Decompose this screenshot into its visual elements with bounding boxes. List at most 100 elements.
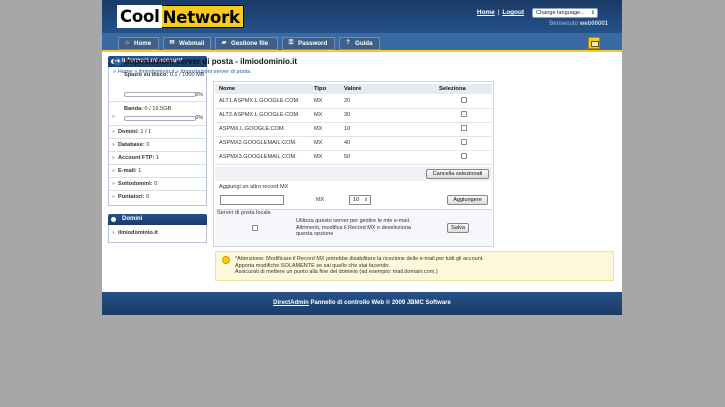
stat-value: 0 (146, 142, 150, 148)
breadcrumb-home[interactable]: Home (118, 69, 133, 75)
record-type: MX (310, 94, 340, 109)
tab-password[interactable]: ⚿ Password (282, 37, 335, 50)
footer-text: Pannello di controllo Web © 2009 JBMC So… (310, 300, 451, 306)
add-record-label: Aggiungi un altro record MX (219, 184, 289, 190)
stat-value: 1 (155, 155, 160, 161)
arrow-right-icon: ➜ (113, 57, 122, 66)
column-header: Tipo (310, 84, 340, 94)
table-row: ASPMX.L.GOOGLE.COM. MX 10 (215, 122, 492, 137)
welcome-label: Benvenuto (549, 21, 578, 27)
priority-value: 10 (353, 197, 360, 203)
local-server-checkbox[interactable] (252, 225, 258, 231)
disk-usage-bar (124, 92, 196, 97)
breadcrumb-domain[interactable]: ilmiodominio.it (139, 69, 174, 75)
record-type: MX (310, 122, 340, 137)
breadcrumb-sep: » (134, 69, 138, 75)
logo-part-1: Cool (117, 5, 162, 28)
tab-webmail[interactable]: ✉ Webmail (163, 37, 211, 50)
home-link[interactable]: Home (477, 9, 495, 16)
top-links: Home | Logout (477, 9, 524, 16)
stat-label: E-mail: (118, 168, 137, 174)
welcome-text: Benvenuto web00001 (549, 21, 608, 27)
username: web00001 (579, 21, 608, 27)
mx-records-table: Nome Tipo Valore Seleziona ALT1.ASPMX.L.… (215, 84, 492, 165)
bullet-icon: » (112, 129, 115, 135)
tab-help[interactable]: ? Guida (339, 37, 380, 50)
tab-label: Home (134, 40, 152, 47)
record-value: 40 (340, 136, 435, 151)
bullet-icon: » (112, 114, 115, 120)
record-name: ALT2.ASPMX.L.GOOGLE.COM. (215, 108, 310, 123)
stat-label: Domini: (118, 129, 139, 135)
save-button[interactable]: Salva (447, 223, 469, 233)
logo: Cool Network (117, 5, 244, 28)
add-record-button[interactable]: Aggiungere (447, 195, 488, 205)
bullet-icon: » (112, 155, 115, 161)
select-checkbox[interactable] (460, 111, 467, 117)
select-checkbox[interactable] (460, 96, 467, 103)
select-checkbox[interactable] (460, 125, 467, 131)
domains-panel: » ilmiodominio.it (108, 225, 207, 243)
table-header: Nome Tipo Valore Seleziona (215, 84, 492, 94)
stat-pointers: » Puntatori: 0 (109, 191, 206, 204)
select-checkbox[interactable] (460, 139, 467, 145)
select-checkbox[interactable] (460, 153, 467, 159)
domain-item[interactable]: » ilmiodominio.it (109, 225, 206, 242)
record-value: 50 (340, 150, 435, 165)
record-name: ALT1.ASPMX.L.GOOGLE.COM. (215, 94, 310, 109)
stat-value: 0 (154, 181, 158, 187)
breadcrumb-current[interactable]: Impostazioni server di posta (181, 69, 251, 75)
record-value: 10 (340, 122, 435, 137)
stat-label: Sottodomini: (118, 181, 153, 187)
table-row: ASPMX3.GOOGLEMAIL.COM. MX 50 (215, 150, 492, 165)
breadcrumb-sep: » (113, 69, 117, 75)
priority-select[interactable]: 10 ⇕ (349, 195, 371, 205)
tab-home[interactable]: ⌂ Home (118, 37, 159, 50)
local-server-description: Utilizza questo server per gestire le mi… (296, 218, 411, 238)
stat-email: » E-mail: 1 (109, 165, 206, 178)
account-info-panel: Spazio su disco: 0.1 / 1000 MB 0% » Band… (108, 67, 207, 206)
language-select[interactable]: Change language... ⇕ (532, 8, 598, 18)
language-select-value: Change language... (536, 10, 585, 16)
bullet-icon: » (112, 168, 115, 174)
messages-icon[interactable] (588, 37, 600, 49)
directadmin-link[interactable]: DirectAdmin (273, 300, 309, 306)
warning-notice: *Attenzione: Modificare il Record MX pot… (215, 251, 614, 281)
column-header: Nome (215, 84, 310, 94)
table-row: ALT2.ASPMX.L.GOOGLE.COM. MX 30 (215, 108, 492, 123)
bandwidth-usage: » Banda: 0 / 19.5GB 0% (109, 102, 206, 126)
stat-label: Puntatori: (118, 194, 145, 200)
record-name-input[interactable] (220, 195, 284, 205)
notice-line: Assicurati di mettere un punto alla fine… (235, 269, 438, 275)
record-type: MX (310, 150, 340, 165)
info-icon (111, 217, 116, 222)
tab-label: Webmail (179, 40, 205, 47)
stat-value: 0 (145, 194, 150, 200)
disk-percent: 0% (195, 92, 204, 98)
stat-value: 1 / 1 (140, 129, 152, 135)
bandwidth-percent: 0% (195, 115, 204, 121)
domains-header: Domini (108, 214, 207, 225)
table-row: ALT1.ASPMX.L.GOOGLE.COM. MX 20 (215, 94, 492, 109)
logout-link[interactable]: Logout (502, 9, 524, 16)
lightbulb-icon (222, 256, 230, 264)
breadcrumb-sep: » (175, 69, 179, 75)
record-name: ASPMX.L.GOOGLE.COM. (215, 122, 310, 137)
logo-part-2: Network (161, 5, 244, 28)
stat-label: Account FTP: (118, 155, 155, 161)
stat-databases: » Database: 0 (109, 139, 206, 152)
domain-link[interactable]: ilmiodominio.it (118, 230, 158, 236)
tab-file-manager[interactable]: ▰ Gestione file (215, 37, 278, 50)
select-cell (435, 108, 492, 123)
tab-label: Guida (355, 40, 373, 47)
column-header: Seleziona (435, 84, 492, 94)
record-value: 30 (340, 108, 435, 123)
select-arrows-icon: ⇕ (590, 10, 595, 16)
record-name: ASPMX3.GOOGLEMAIL.COM. (215, 150, 310, 165)
stat-subdomains: » Sottodomini: 0 (109, 178, 206, 191)
key-icon: ⚿ (288, 40, 294, 46)
header: Cool Network Home | Logout Change language.… (102, 0, 622, 33)
delete-selected-button[interactable]: Cancella selezionati (426, 169, 489, 179)
bandwidth-usage-bar (124, 116, 196, 121)
local-server-label: Server di posta locale (217, 210, 271, 216)
